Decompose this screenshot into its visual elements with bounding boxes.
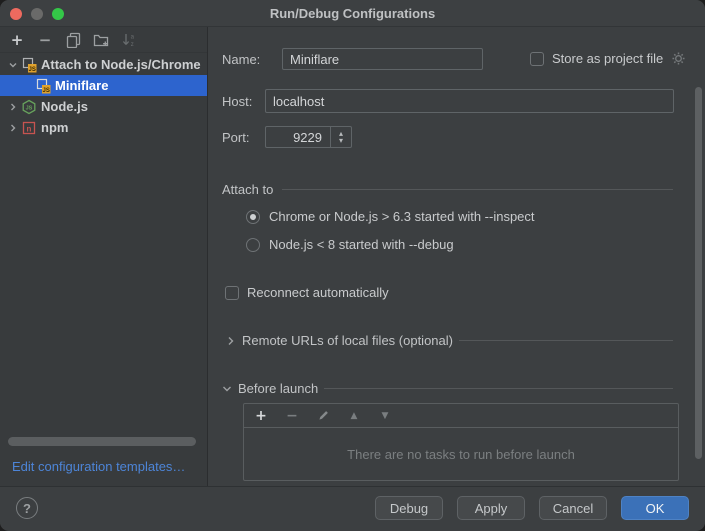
minimize-window-button bbox=[31, 8, 43, 20]
attach-to-node-icon: JS bbox=[21, 57, 37, 73]
store-as-project-file-checkbox[interactable] bbox=[530, 52, 544, 66]
chevron-down-icon[interactable] bbox=[5, 57, 21, 73]
store-as-project-file-label: Store as project file bbox=[552, 51, 663, 66]
configurations-sidebar: + − az JS bbox=[0, 27, 208, 486]
tree-item-npm[interactable]: n npm bbox=[0, 117, 207, 138]
attach-to-section-header: Attach to bbox=[222, 182, 673, 197]
before-launch-empty-text: There are no tasks to run before launch bbox=[244, 428, 678, 480]
tree-item-label: Node.js bbox=[41, 99, 88, 114]
help-icon[interactable]: ? bbox=[16, 497, 38, 519]
tree-item-nodejs[interactable]: JS Node.js bbox=[0, 96, 207, 117]
chevron-down-icon[interactable] bbox=[222, 384, 232, 394]
sidebar-horizontal-scrollbar[interactable] bbox=[8, 437, 196, 446]
port-stepper: ▴ ▾ bbox=[330, 127, 351, 147]
window-controls bbox=[10, 8, 64, 20]
edit-configuration-templates-link[interactable]: Edit configuration templates… bbox=[12, 459, 185, 474]
name-label: Name: bbox=[222, 52, 260, 67]
dialog-body: + − az JS bbox=[0, 27, 705, 486]
svg-text:JS: JS bbox=[29, 66, 36, 72]
store-as-project-file-row: Store as project file bbox=[530, 51, 686, 66]
svg-text:n: n bbox=[27, 124, 32, 133]
radio-debug-label: Node.js < 8 started with --debug bbox=[269, 237, 454, 252]
new-folder-icon[interactable] bbox=[93, 32, 109, 48]
remote-urls-section-header[interactable]: Remote URLs of local files (optional) bbox=[226, 333, 673, 348]
tree-item-label: Attach to Node.js/Chrome bbox=[41, 57, 201, 72]
tree-item-label: npm bbox=[41, 120, 68, 135]
port-label: Port: bbox=[222, 130, 249, 145]
radio-debug-option[interactable]: Node.js < 8 started with --debug bbox=[246, 237, 454, 252]
move-task-down-icon: ▼ bbox=[378, 409, 392, 423]
add-configuration-icon[interactable]: + bbox=[9, 32, 25, 48]
port-spinner: 9229 ▴ ▾ bbox=[265, 126, 352, 148]
title-bar: Run/Debug Configurations bbox=[0, 0, 705, 27]
radio-inspect-label: Chrome or Node.js > 6.3 started with --i… bbox=[269, 209, 535, 224]
apply-button[interactable]: Apply bbox=[457, 496, 525, 520]
spinner-down-icon[interactable]: ▾ bbox=[339, 137, 343, 144]
radio-inspect-option[interactable]: Chrome or Node.js > 6.3 started with --i… bbox=[246, 209, 535, 224]
section-divider bbox=[324, 388, 673, 389]
nodejs-icon: JS bbox=[21, 99, 37, 115]
section-divider bbox=[459, 340, 673, 341]
port-input[interactable]: 9229 bbox=[266, 127, 330, 147]
tree-item-label: Miniflare bbox=[55, 78, 108, 93]
dialog-title: Run/Debug Configurations bbox=[270, 6, 435, 21]
configuration-form: Name: Store as project file Host: Port: … bbox=[208, 27, 705, 486]
copy-configuration-icon[interactable] bbox=[65, 32, 81, 48]
run-debug-configurations-dialog: Run/Debug Configurations + − az bbox=[0, 0, 705, 531]
svg-text:a: a bbox=[131, 34, 135, 40]
debug-button[interactable]: Debug bbox=[375, 496, 443, 520]
reconnect-label: Reconnect automatically bbox=[247, 285, 389, 300]
store-settings-gear-icon[interactable] bbox=[671, 51, 686, 66]
svg-text:JS: JS bbox=[26, 105, 33, 111]
svg-text:JS: JS bbox=[43, 87, 50, 93]
edit-task-icon bbox=[316, 409, 330, 423]
reconnect-checkbox[interactable] bbox=[225, 286, 239, 300]
cancel-button[interactable]: Cancel bbox=[539, 496, 607, 520]
radio-unselected-icon[interactable] bbox=[246, 238, 260, 252]
ok-button[interactable]: OK bbox=[621, 496, 689, 520]
attach-to-title: Attach to bbox=[222, 182, 273, 197]
host-input[interactable] bbox=[265, 89, 674, 113]
svg-text:z: z bbox=[131, 42, 134, 48]
radio-selected-icon[interactable] bbox=[246, 210, 260, 224]
before-launch-toolbar: + − ▲ ▼ bbox=[244, 404, 678, 428]
tree-item-miniflare[interactable]: JS Miniflare bbox=[0, 75, 207, 96]
sidebar-toolbar: + − az bbox=[0, 27, 207, 53]
dialog-footer: ? Debug Apply Cancel OK bbox=[0, 486, 705, 529]
chevron-right-icon[interactable] bbox=[226, 336, 236, 346]
configurations-tree: JS Attach to Node.js/Chrome JS Miniflare bbox=[0, 53, 207, 138]
sort-configurations-icon: az bbox=[121, 32, 137, 48]
chevron-right-icon[interactable] bbox=[5, 120, 21, 136]
before-launch-section-header[interactable]: Before launch bbox=[222, 381, 673, 396]
section-divider bbox=[282, 189, 673, 190]
name-input[interactable] bbox=[282, 48, 483, 70]
chevron-right-icon[interactable] bbox=[5, 99, 21, 115]
form-vertical-scrollbar[interactable] bbox=[695, 87, 702, 459]
before-launch-title: Before launch bbox=[238, 381, 318, 396]
host-label: Host: bbox=[222, 94, 252, 109]
remote-urls-title: Remote URLs of local files (optional) bbox=[242, 333, 453, 348]
tree-item-attach-to-node-chrome[interactable]: JS Attach to Node.js/Chrome bbox=[0, 54, 207, 75]
remove-task-icon: − bbox=[285, 409, 299, 423]
zoom-window-button[interactable] bbox=[52, 8, 64, 20]
close-window-button[interactable] bbox=[10, 8, 22, 20]
move-task-up-icon: ▲ bbox=[347, 409, 361, 423]
add-task-icon[interactable]: + bbox=[254, 409, 268, 423]
npm-icon: n bbox=[21, 120, 37, 136]
remove-configuration-icon[interactable]: − bbox=[37, 32, 53, 48]
attach-to-node-icon: JS bbox=[35, 78, 51, 94]
reconnect-automatically-row[interactable]: Reconnect automatically bbox=[225, 285, 389, 300]
before-launch-tasks-panel: + − ▲ ▼ There are no tasks to run before… bbox=[243, 403, 679, 481]
